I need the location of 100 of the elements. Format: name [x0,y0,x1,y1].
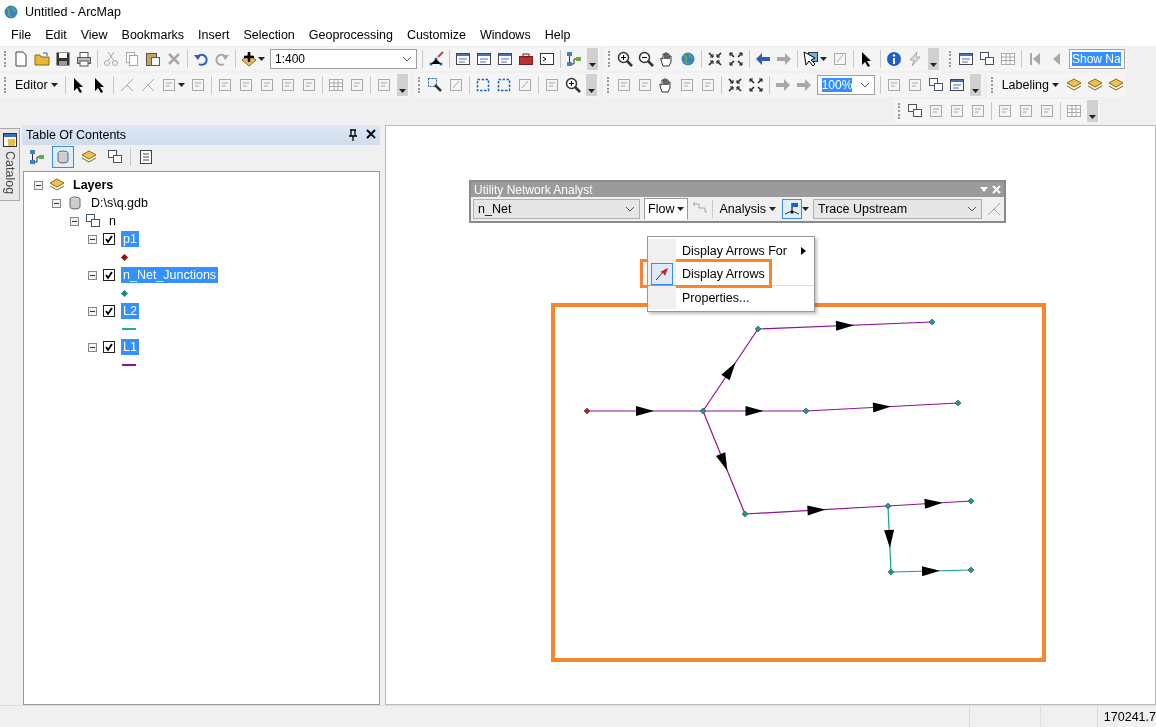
tool-icon[interactable] [927,77,944,93]
clipboard-icon[interactable] [145,51,161,67]
tree-item[interactable]: n [107,213,118,229]
hand-icon[interactable] [657,77,674,93]
zoom-in-icon[interactable] [617,51,633,67]
label-icon[interactable] [1107,77,1124,93]
map-canvas[interactable]: Utility Network Analyst n_Net Flow Analysis Trace Upstream Display Arrows For Display Arrows Properties... [385,125,1156,705]
layers-icon[interactable] [49,177,65,193]
tool-icon[interactable] [907,103,923,119]
label-icon[interactable] [1086,77,1103,93]
back-arrow-icon[interactable] [755,51,771,67]
collapse-toggle[interactable] [88,306,97,316]
caret-icon[interactable] [802,207,809,211]
collapse-toggle[interactable] [52,198,61,208]
toolbar-options-button[interactable] [1087,100,1098,122]
dropdown-chevron-icon[interactable] [625,206,636,212]
folder-icon[interactable] [34,51,50,67]
collapse-toggle[interactable] [88,342,97,352]
toolbar-options-button[interactable] [928,48,939,70]
menu-item[interactable]: View [73,28,115,42]
database-icon[interactable] [67,195,83,211]
catalog-tab[interactable]: Catalog [0,128,20,202]
selection-box-icon[interactable] [474,77,491,93]
menu-item[interactable]: Insert [191,28,237,42]
scale-field[interactable]: 1:400 [270,49,417,69]
dropdown-chevron-icon[interactable] [402,56,412,62]
toolbar-options-button[interactable] [969,74,981,96]
layer-checkbox[interactable] [103,269,115,281]
toolbar-grip[interactable] [4,77,8,93]
collapse-toggle[interactable] [70,216,79,226]
toolbar-grip[interactable] [4,51,8,67]
shrink-icon[interactable] [726,77,743,93]
toolbar-options-button[interactable] [587,48,598,70]
menu-item[interactable]: Selection [236,28,302,42]
globe-icon[interactable] [680,51,696,67]
expand-icon[interactable] [747,77,764,93]
analysis-menu[interactable]: Analysis [717,202,778,216]
sketch-icon[interactable] [428,51,444,67]
window-icon[interactable] [476,51,492,67]
window-icon[interactable] [979,51,995,67]
console-icon[interactable] [539,51,555,67]
window-icon[interactable] [455,51,471,67]
menu-item[interactable]: Properties... [648,286,814,309]
window-icon[interactable] [958,51,974,67]
catalog-icon[interactable] [1,132,18,148]
toolbar-options-button[interactable] [585,74,597,96]
point-symbol[interactable] [120,289,129,297]
menu-item[interactable]: Windows [472,28,538,42]
selection-box-icon[interactable] [495,77,512,93]
toolbox-icon[interactable] [518,51,534,67]
menu-item[interactable]: Bookmarks [114,28,192,42]
label-icon[interactable] [1065,77,1082,93]
trace-task-dropdown[interactable]: Trace Upstream [813,199,982,219]
menu-item[interactable]: Geoprocessing [301,28,400,42]
floppy-icon[interactable] [55,51,71,67]
collapse-toggle[interactable] [34,180,43,190]
dropdown-chevron-icon[interactable] [859,82,870,88]
zoom-out-icon[interactable] [638,51,654,67]
toolbar-grip[interactable] [606,77,611,93]
printer-icon[interactable] [76,51,92,67]
expand-icon[interactable] [728,51,744,67]
toolbar-grip[interactable] [990,77,995,93]
toolbar-grip[interactable] [949,51,953,67]
menu-item[interactable]: File [4,28,39,42]
toolbar-options-button[interactable] [396,74,408,96]
layer-checkbox[interactable] [103,341,115,353]
window-icon[interactable] [497,51,513,67]
pin-icon[interactable] [348,129,358,141]
tree-item[interactable]: D:\s\q.gdb [89,195,150,211]
dropdown-chevron-icon[interactable] [967,206,977,212]
undo-icon[interactable] [193,51,209,67]
toolbar-grip[interactable] [898,103,902,119]
toolbar-grip[interactable] [417,77,422,93]
close-icon[interactable] [366,129,376,139]
info-icon[interactable] [886,51,902,67]
feature-dataset-icon[interactable] [85,213,101,229]
page-icon[interactable] [13,51,29,67]
flow-menu[interactable]: Flow [644,198,689,220]
menu-item[interactable]: Edit [38,28,74,42]
menu-item[interactable]: Display Arrows [648,262,814,285]
menu-item[interactable]: Display Arrows For [648,239,814,262]
collapse-toggle[interactable] [88,270,97,280]
menu-item[interactable]: Customize [399,28,473,42]
flag-tool-button[interactable] [782,199,802,219]
tree-item[interactable]: Layers [71,177,116,193]
layer-checkbox[interactable] [103,233,115,245]
zoom-in-icon[interactable] [564,77,581,93]
caret-icon[interactable] [177,83,185,87]
shrink-icon[interactable] [707,51,723,67]
layer-checkbox[interactable] [103,305,115,317]
toolbar-grip[interactable] [608,51,612,67]
caret-icon[interactable] [258,57,265,61]
select-icon[interactable] [803,51,819,67]
collapse-toggle[interactable] [88,234,97,244]
menu-item[interactable]: Help [537,28,578,42]
caret-icon[interactable] [820,57,827,61]
editor-menu[interactable]: Editor [13,78,60,92]
network-icon[interactable] [566,51,582,67]
network-dropdown[interactable]: n_Net [473,199,641,219]
window-icon[interactable] [948,77,965,93]
